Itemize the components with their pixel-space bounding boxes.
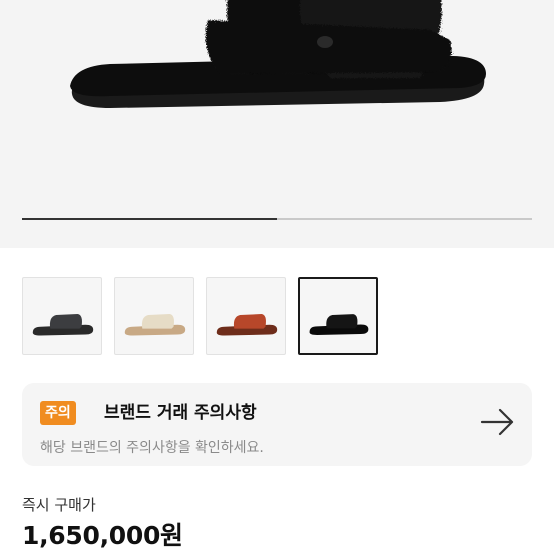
- instant-buy-price: 1,650,000원: [22, 521, 183, 550]
- slide-sandal-image: [309, 314, 369, 335]
- slide-sandal-image: [216, 314, 278, 336]
- thumb-slide-black[interactable]: [298, 277, 378, 355]
- brand-notice-card[interactable]: 주의 브랜드 거래 주의사항 해당 브랜드의 주의사항을 확인하세요.: [22, 383, 532, 466]
- thumb-slide-rust[interactable]: [206, 277, 286, 355]
- slide-sandal-image: [124, 314, 186, 336]
- notice-subtitle: 해당 브랜드의 주의사항을 확인하세요.: [40, 440, 264, 456]
- thumbnail-strip: [22, 277, 378, 355]
- notice-title: 브랜드 거래 주의사항: [104, 403, 257, 423]
- arrow-right-icon[interactable]: [478, 407, 518, 437]
- thumb-slide-grey[interactable]: [22, 277, 102, 355]
- caution-badge: 주의: [40, 401, 76, 425]
- gallery-progress-track: [22, 218, 532, 220]
- slide-sandal-image: [32, 314, 94, 336]
- black-shearling-slide-image: [70, 0, 486, 108]
- instant-buy-label: 즉시 구매가: [22, 496, 96, 514]
- product-hero-image[interactable]: [0, 0, 554, 248]
- gallery-progress-fill: [22, 218, 277, 220]
- thumb-slide-cream[interactable]: [114, 277, 194, 355]
